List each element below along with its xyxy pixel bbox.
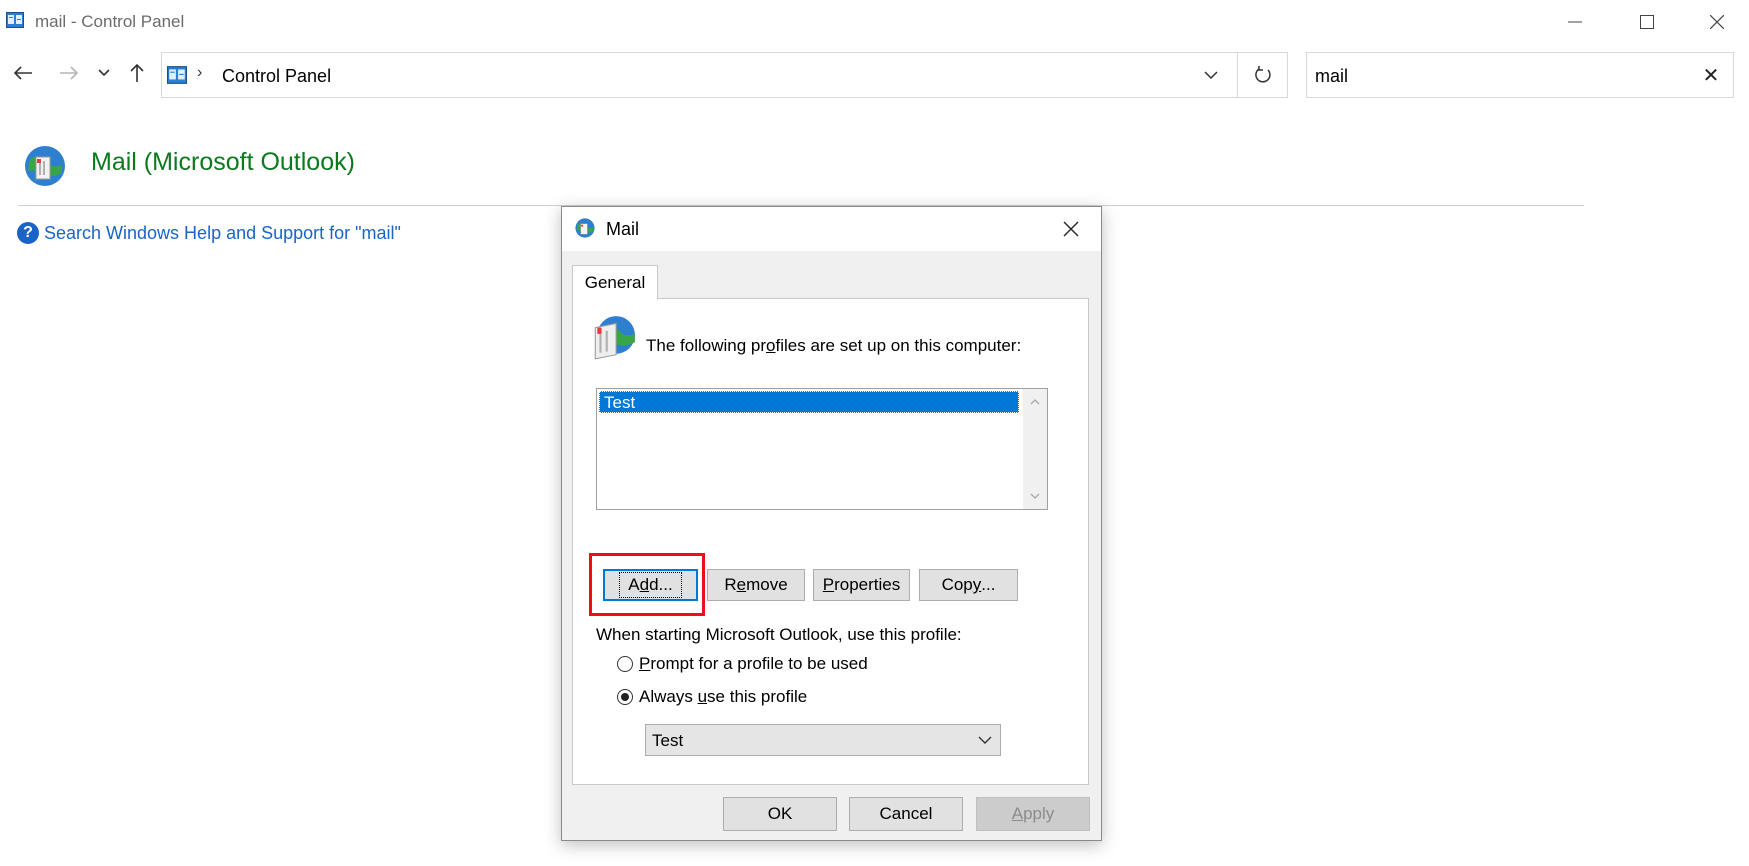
copy-profile-button[interactable]: Cop y... xyxy=(919,569,1018,601)
tab-general[interactable]: General xyxy=(572,265,658,299)
always-use-profile-radio[interactable]: Always use this profile xyxy=(617,687,807,707)
profiles-scrollbar[interactable] xyxy=(1023,389,1047,509)
window-title: mail - Control Panel xyxy=(35,12,185,31)
mail-outlook-link[interactable]: Mail (Microsoft Outlook) xyxy=(91,148,355,177)
window-titlebar: mail - Control Panel xyxy=(0,0,1749,44)
chevron-down-icon xyxy=(1204,71,1218,79)
mail-globe-icon xyxy=(574,217,596,239)
chevron-down-icon xyxy=(1030,493,1040,499)
scroll-up-button[interactable] xyxy=(1023,391,1047,413)
dialog-title: Mail xyxy=(606,219,640,239)
mail-dialog: Mail General The following profiles are … xyxy=(561,206,1102,841)
prompt-profile-label: Prompt for a profile to be used xyxy=(639,654,868,673)
up-arrow-icon xyxy=(130,63,144,82)
remove-profile-button[interactable]: Re move xyxy=(707,569,805,601)
general-tab-panel: The following profiles are set up on thi… xyxy=(572,298,1089,785)
breadcrumb-control-panel[interactable]: Control Panel xyxy=(222,66,331,87)
refresh-icon xyxy=(1254,66,1271,83)
up-button[interactable] xyxy=(124,58,150,88)
profiles-list[interactable]: Test xyxy=(596,388,1048,510)
default-profile-select[interactable]: Test xyxy=(645,724,1001,756)
radio-button[interactable] xyxy=(617,656,633,672)
dialog-titlebar: Mail xyxy=(562,207,1101,251)
ok-button[interactable]: OK xyxy=(723,797,837,831)
close-icon xyxy=(1710,15,1724,29)
apply-button[interactable]: Apply xyxy=(976,797,1090,831)
address-bar[interactable]: › Control Panel xyxy=(161,52,1238,98)
mail-globe-icon xyxy=(589,313,637,361)
forward-arrow-icon xyxy=(60,66,79,80)
default-profile-value: Test xyxy=(652,731,684,750)
back-arrow-icon xyxy=(13,66,32,80)
help-icon: ? xyxy=(17,222,39,244)
chevron-up-icon xyxy=(1030,399,1040,405)
dialog-close-button[interactable] xyxy=(1049,211,1093,247)
profile-list-item[interactable]: Test xyxy=(599,391,1019,413)
radio-button-selected[interactable] xyxy=(617,689,633,705)
clear-search-button[interactable]: ✕ xyxy=(1699,63,1723,87)
startup-profile-label: When starting Microsoft Outlook, use thi… xyxy=(596,625,962,644)
chevron-down-icon xyxy=(98,69,110,77)
chevron-down-icon xyxy=(976,731,994,749)
refresh-button[interactable] xyxy=(1238,52,1288,98)
search-box[interactable]: ✕ xyxy=(1306,52,1734,98)
properties-button[interactable]: Properties xyxy=(813,569,910,601)
scroll-down-button[interactable] xyxy=(1023,485,1047,507)
maximize-button[interactable] xyxy=(1615,4,1679,40)
profiles-label: The following profiles are set up on thi… xyxy=(646,336,1022,355)
forward-button[interactable] xyxy=(56,58,82,88)
cancel-button[interactable]: Cancel xyxy=(849,797,963,831)
recent-locations-button[interactable] xyxy=(94,58,114,88)
maximize-icon xyxy=(1640,15,1654,29)
breadcrumb-separator[interactable]: › xyxy=(197,64,202,82)
back-button[interactable] xyxy=(10,58,36,88)
window-close-button[interactable] xyxy=(1685,4,1749,40)
navigation-bar: › Control Panel ✕ xyxy=(0,52,1749,98)
always-use-profile-label: Always use this profile xyxy=(639,687,808,706)
search-input[interactable] xyxy=(1313,61,1687,91)
add-profile-button[interactable]: Add... xyxy=(603,569,698,601)
close-icon xyxy=(1063,221,1079,237)
prompt-profile-radio[interactable]: Prompt for a profile to be used xyxy=(617,654,868,674)
minimize-button[interactable] xyxy=(1543,4,1607,40)
mail-globe-icon[interactable] xyxy=(22,143,68,189)
address-history-button[interactable] xyxy=(1195,53,1227,97)
control-panel-icon xyxy=(6,12,24,28)
control-panel-icon xyxy=(167,66,187,84)
help-search-link[interactable]: Search Windows Help and Support for "mai… xyxy=(44,223,401,244)
minimize-icon xyxy=(1568,21,1582,23)
